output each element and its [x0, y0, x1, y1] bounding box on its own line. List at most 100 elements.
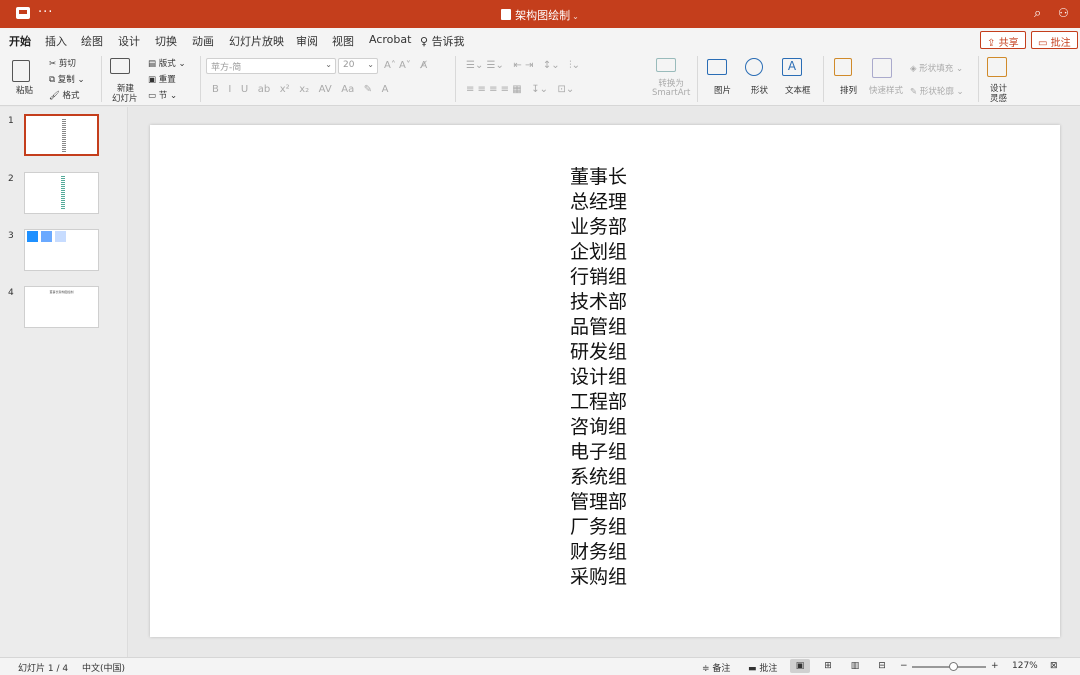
picture-label[interactable]: 图片 [714, 84, 731, 96]
font-size-value: 20 [343, 60, 355, 70]
language-indicator[interactable]: 中文(中国) [82, 661, 125, 674]
section-icon: ▭ [148, 91, 157, 101]
divider [101, 56, 102, 102]
arrange-label[interactable]: 排列 [840, 84, 857, 96]
tab-draw[interactable]: 绘图 [81, 33, 103, 49]
new-slide-label-2[interactable]: 幻灯片 [112, 92, 138, 104]
shape-fill-button[interactable]: ◈ 形状填充 ⌄ [910, 62, 963, 74]
org-list-item: 企划组 [570, 241, 628, 263]
shape-outline-label: 形状轮廓 [919, 87, 954, 97]
tell-me-label: 告诉我 [431, 35, 465, 48]
slide-number: 1 [8, 116, 14, 126]
font-name-value: 苹方-简 [211, 63, 242, 73]
designer-icon[interactable] [987, 57, 1007, 77]
tab-insert[interactable]: 插入 [45, 33, 67, 49]
divider [455, 56, 456, 102]
copy-button[interactable]: ⧉ 复制 ⌄ [49, 73, 85, 85]
chevron-down-icon: ⌄ [367, 60, 374, 69]
document-title[interactable]: 架构图绘制 ⌄ [0, 7, 1080, 23]
org-text-box[interactable]: 董事长 总经理 业务部 企划组 行销组 技术部 品管组 研发组 设计组 工程部 咨询组 电子组 系统组管… [570, 165, 650, 590]
scissors-icon: ✂ [49, 59, 57, 69]
tab-transitions[interactable]: 切换 [155, 33, 177, 49]
search-icon[interactable]: ⌕ [1034, 6, 1041, 21]
comments-label: 批注 [1050, 38, 1071, 49]
notes-button[interactable]: ≑ 备注 [702, 661, 730, 674]
arrange-icon[interactable] [834, 58, 852, 76]
tab-review[interactable]: 审阅 [296, 33, 318, 49]
reset-button[interactable]: ▣ 重置 [148, 73, 176, 85]
paste-icon[interactable] [12, 60, 30, 82]
new-slide-icon[interactable] [110, 58, 130, 74]
tab-design[interactable]: 设计 [118, 33, 140, 49]
paste-label[interactable]: 粘贴 [16, 84, 33, 96]
tab-home[interactable]: 开始 [9, 33, 31, 55]
thumbnail-text-preview [61, 176, 65, 210]
quick-styles-icon[interactable] [872, 58, 892, 78]
divider [823, 56, 824, 102]
chevron-down-icon: ⌄ [325, 60, 332, 69]
tab-acrobat[interactable]: Acrobat [369, 33, 411, 46]
org-list-item: 管理部 [570, 491, 628, 513]
convert-smartart-button[interactable]: 转换为 SmartArt [652, 80, 690, 98]
comments-status-label: 批注 [759, 664, 778, 674]
shape-label[interactable]: 形状 [751, 84, 768, 96]
tell-me-search[interactable]: ♀ 告诉我 [420, 33, 465, 49]
org-list-item: 业务部 [570, 216, 628, 238]
shape-outline-button[interactable]: ✎ 形状轮廓 ⌄ [910, 85, 964, 97]
font-size-select[interactable]: 20 ⌄ [338, 58, 378, 74]
reset-label: 重置 [158, 75, 176, 85]
slide-thumbnail-1[interactable] [24, 114, 99, 156]
normal-view-button[interactable]: ▣ [790, 659, 810, 673]
section-label: 节 [158, 91, 168, 101]
cut-button[interactable]: ✂ 剪切 [49, 57, 76, 69]
zoom-slider-handle[interactable] [949, 662, 958, 671]
font-style-buttons[interactable]: B I U ab x² x₂ AV Aa ✎ A [212, 84, 389, 95]
share-button[interactable]: ⇪ 共享 [980, 31, 1026, 49]
slide-thumbnail-3[interactable] [24, 229, 99, 271]
ribbon-home: 粘贴 ✂ 剪切 ⧉ 复制 ⌄ 🖌 格式 新建 幻灯片 ▤ 版式 ⌄ ▣ 重置 ▭… [0, 52, 1080, 106]
zoom-out-button[interactable]: − [900, 661, 908, 671]
slide-number: 3 [8, 231, 14, 241]
textbox-label[interactable]: 文本框 [785, 84, 811, 96]
outline-pen-icon: ✎ [910, 87, 918, 97]
quick-styles-label[interactable]: 快速样式 [869, 84, 903, 96]
comments-button[interactable]: ▭ 批注 [1031, 31, 1078, 49]
current-slide[interactable]: 董事长 总经理 业务部 企划组 行销组 技术部 品管组 研发组 设计组 工程部 咨询组 电子组 系统组管… [150, 125, 1060, 637]
tab-slideshow[interactable]: 幻灯片放映 [229, 33, 284, 49]
layout-button[interactable]: ▤ 版式 ⌄ [148, 57, 186, 69]
reading-view-button[interactable]: ▥ [845, 659, 865, 673]
slide-sorter-view-button[interactable]: ⊞ [818, 659, 838, 673]
zoom-in-button[interactable]: + [991, 661, 999, 671]
align-buttons[interactable]: ≡ ≡ ≡ ≡ ▦ ↧⌄ ⊡⌄ [466, 84, 574, 95]
picture-icon[interactable] [707, 59, 727, 75]
share-icon: ⇪ [987, 38, 996, 49]
comments-status-button[interactable]: ▬ 批注 [748, 661, 777, 674]
brush-icon: 🖌 [49, 91, 60, 101]
share-label: 共享 [998, 38, 1019, 49]
fit-to-window-icon[interactable]: ⊠ [1050, 661, 1058, 671]
slide-thumbnail-2[interactable] [24, 172, 99, 214]
copy-icon: ⧉ [49, 75, 56, 85]
format-painter-button[interactable]: 🖌 格式 [49, 89, 80, 101]
tab-view[interactable]: 视图 [332, 33, 354, 49]
slide-thumbnail-4[interactable]: 董事长架构图绘制 [24, 286, 99, 328]
slide-thumbnail-pane: 1 2 3 4 董事长架构图绘制 [0, 107, 128, 657]
zoom-level[interactable]: 127% [1012, 661, 1038, 671]
document-title-text: 架构图绘制 [515, 9, 571, 22]
list-buttons[interactable]: ☰⌄ ☰⌄ ⇤ ⇥ ↕⌄ ⫶⌄ [466, 60, 580, 71]
org-list-item: 厂务组 [570, 516, 628, 538]
tab-animations[interactable]: 动画 [192, 33, 214, 49]
account-icon[interactable]: ⚇ [1058, 6, 1069, 20]
textbox-icon[interactable]: A [782, 58, 802, 76]
font-size-tools[interactable]: A˄ A˅ A̸ [384, 60, 427, 71]
slide-number: 4 [8, 288, 14, 298]
designer-label-2[interactable]: 灵感 [990, 92, 1007, 104]
reset-icon: ▣ [148, 75, 157, 85]
format-label: 格式 [62, 91, 80, 101]
shape-icon[interactable] [745, 58, 763, 76]
font-name-select[interactable]: 苹方-简 ⌄ [206, 58, 336, 74]
org-list-item: 财务组 [570, 541, 628, 563]
divider [978, 56, 979, 102]
slideshow-view-button[interactable]: ⊟ [872, 659, 892, 673]
section-button[interactable]: ▭ 节 ⌄ [148, 89, 177, 101]
